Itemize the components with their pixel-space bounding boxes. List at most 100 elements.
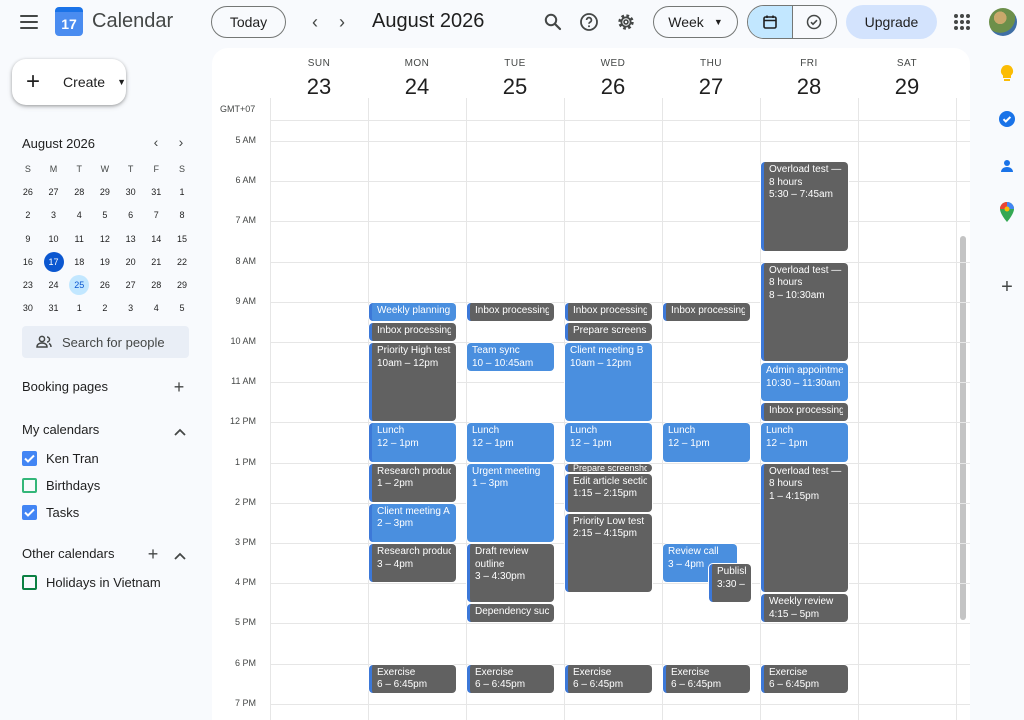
day-header[interactable]: SUN 23: [270, 48, 368, 100]
mini-day[interactable]: 24: [41, 273, 67, 296]
calendar-event[interactable]: Dependency suc: [467, 604, 554, 623]
calendar-item[interactable]: Ken Tran: [22, 451, 99, 466]
maps-icon[interactable]: [997, 202, 1017, 222]
mini-day[interactable]: 1: [169, 180, 195, 203]
calendar-event[interactable]: Edit article sectio 1:15 – 2:15pm: [565, 473, 652, 512]
keep-icon[interactable]: [997, 63, 1017, 83]
scrollbar[interactable]: [960, 236, 966, 620]
mini-day[interactable]: 7: [143, 204, 169, 227]
collapse-my-calendars-icon[interactable]: [172, 422, 188, 438]
day-header[interactable]: TUE 25: [466, 48, 564, 100]
mini-day[interactable]: 31: [143, 180, 169, 203]
calendar-event[interactable]: Inbox processing: [369, 322, 456, 341]
day-number[interactable]: 23: [270, 74, 368, 100]
mini-day[interactable]: 15: [169, 227, 195, 250]
mini-day[interactable]: 1: [66, 297, 92, 320]
calendar-event[interactable]: Lunch 12 – 1pm: [761, 423, 848, 462]
calendar-event[interactable]: Prepare screensh: [565, 322, 652, 341]
mini-day[interactable]: 21: [143, 250, 169, 273]
calendar-event[interactable]: Overload test —8 hours 5:30 – 7:45am: [761, 162, 848, 251]
mini-day[interactable]: 12: [92, 227, 118, 250]
next-week-icon[interactable]: ›: [330, 10, 354, 34]
mini-day[interactable]: 16: [15, 250, 41, 273]
day-header[interactable]: FRI 28: [760, 48, 858, 100]
mini-day[interactable]: 13: [118, 227, 144, 250]
mini-day[interactable]: 5: [169, 297, 195, 320]
mini-day[interactable]: 25: [66, 273, 92, 296]
view-selector-dropdown[interactable]: Week ▼: [653, 6, 738, 38]
mini-day[interactable]: 26: [15, 180, 41, 203]
help-icon[interactable]: [577, 10, 601, 34]
mini-day[interactable]: 29: [92, 180, 118, 203]
mini-day[interactable]: 27: [41, 180, 67, 203]
mini-day[interactable]: 4: [143, 297, 169, 320]
calendar-event[interactable]: Draft review outline 3 – 4:30pm: [467, 544, 554, 603]
day-header[interactable]: THU 27: [662, 48, 760, 100]
calendar-event[interactable]: Weekly planning,: [369, 302, 456, 321]
checkbox-unchecked[interactable]: [22, 478, 37, 493]
calendar-item[interactable]: Tasks: [22, 505, 79, 520]
calendar-event[interactable]: Publish3:30 – 4: [709, 564, 751, 603]
calendar-event[interactable]: Overload test —8 hours 8 – 10:30am: [761, 262, 848, 362]
mini-day[interactable]: 23: [15, 273, 41, 296]
calendar-logo[interactable]: 17: [55, 7, 83, 36]
mini-day[interactable]: 18: [66, 250, 92, 273]
checkbox-checked[interactable]: [22, 451, 37, 466]
calendar-event[interactable]: Weekly review 4:15 – 5pm: [761, 594, 848, 623]
calendar-event[interactable]: Exercise 6 – 6:45pm: [467, 664, 554, 693]
tasks-icon[interactable]: [997, 109, 1017, 129]
mini-day[interactable]: 2: [15, 204, 41, 227]
mini-day[interactable]: 29: [169, 273, 195, 296]
add-booking-page-icon[interactable]: +: [171, 378, 187, 396]
app-title[interactable]: Calendar: [92, 10, 173, 33]
add-other-calendar-icon[interactable]: +: [145, 545, 161, 563]
mini-day[interactable]: 20: [118, 250, 144, 273]
previous-week-icon[interactable]: ‹: [303, 10, 327, 34]
mini-day[interactable]: 22: [169, 250, 195, 273]
mini-day[interactable]: 19: [92, 250, 118, 273]
day-header[interactable]: SAT 29: [858, 48, 956, 100]
mini-day[interactable]: 17: [41, 250, 67, 273]
mini-day[interactable]: 4: [66, 204, 92, 227]
account-avatar[interactable]: [989, 8, 1017, 36]
search-icon[interactable]: [541, 10, 565, 34]
create-button[interactable]: + Create ▼: [12, 59, 126, 105]
mini-day[interactable]: 11: [66, 227, 92, 250]
calendar-item[interactable]: Birthdays: [22, 478, 100, 493]
calendar-event[interactable]: Priority Low test 2:15 – 4:15pm: [565, 513, 652, 593]
collapse-other-calendars-icon[interactable]: [172, 546, 188, 562]
upgrade-button[interactable]: Upgrade: [846, 5, 937, 39]
calendar-event[interactable]: Client meeting B 10am – 12pm: [565, 343, 652, 422]
calendar-event[interactable]: Priority High test 10am – 12pm: [369, 343, 456, 422]
mini-day[interactable]: 6: [118, 204, 144, 227]
main-menu-icon[interactable]: [18, 12, 40, 32]
calendar-event[interactable]: Inbox processing: [467, 302, 554, 321]
mini-day[interactable]: 31: [41, 297, 67, 320]
calendar-event[interactable]: Exercise 6 – 6:45pm: [369, 664, 456, 693]
mini-next-month-icon[interactable]: ›: [172, 134, 190, 150]
mini-day[interactable]: 30: [118, 180, 144, 203]
mini-day[interactable]: 9: [15, 227, 41, 250]
day-number[interactable]: 29: [858, 74, 956, 100]
today-button[interactable]: Today: [211, 6, 286, 38]
mini-day[interactable]: 2: [92, 297, 118, 320]
settings-gear-icon[interactable]: [614, 10, 638, 34]
day-header[interactable]: MON 24: [368, 48, 466, 100]
calendar-event[interactable]: Prepare screensho: [565, 463, 652, 472]
calendar-event[interactable]: Research product 3 – 4pm: [369, 544, 456, 583]
calendar-event[interactable]: Exercise 6 – 6:45pm: [565, 664, 652, 693]
checkbox-unchecked[interactable]: [22, 575, 37, 590]
calendar-item[interactable]: Holidays in Vietnam: [22, 575, 161, 590]
my-calendars-heading[interactable]: My calendars: [22, 422, 99, 437]
mini-day[interactable]: 3: [41, 204, 67, 227]
contacts-icon[interactable]: [997, 156, 1017, 176]
other-calendars-heading[interactable]: Other calendars: [22, 546, 115, 561]
calendar-event[interactable]: Lunch 12 – 1pm: [663, 423, 750, 462]
calendar-event[interactable]: Exercise 6 – 6:45pm: [663, 664, 750, 693]
calendar-event[interactable]: Exercise 6 – 6:45pm: [761, 664, 848, 693]
calendar-view-toggle[interactable]: [748, 6, 793, 38]
search-people-input[interactable]: Search for people: [22, 326, 189, 358]
mini-day[interactable]: 5: [92, 204, 118, 227]
mini-day[interactable]: 14: [143, 227, 169, 250]
tasks-view-toggle[interactable]: [793, 6, 837, 38]
